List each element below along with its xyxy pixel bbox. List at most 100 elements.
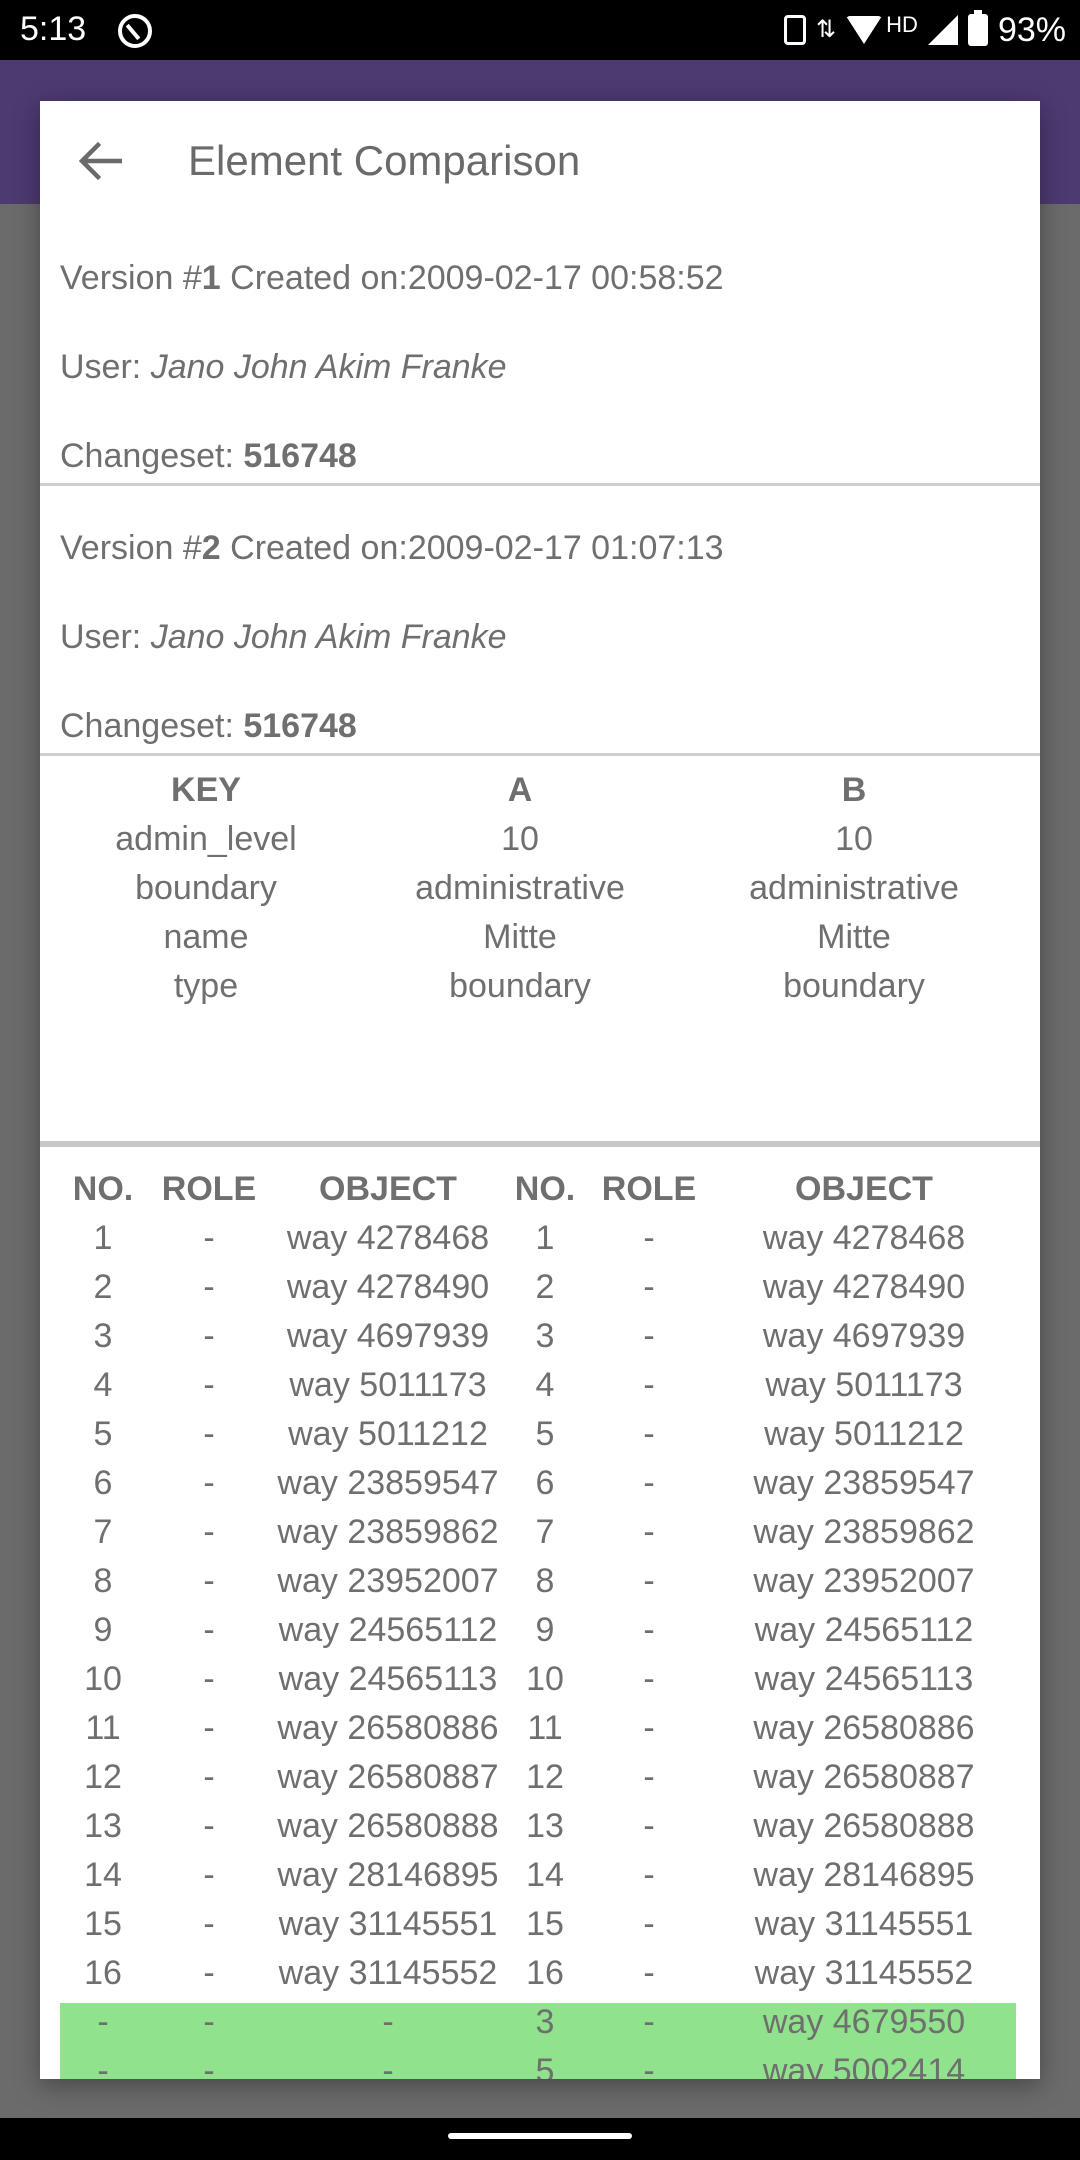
member-role-b: - [643, 2003, 655, 2041]
created-label: Created on: [220, 529, 408, 567]
table-row: 13 - way 26580888 13 - way 26580888 [60, 1807, 1016, 1856]
member-number-a: - [97, 2003, 109, 2041]
column-header: OBJECT [795, 1170, 933, 1208]
table-row: 1 - way 4278468 1 - way 4278468 [60, 1219, 1016, 1268]
table-row: 8 - way 23952007 8 - way 23952007 [60, 1562, 1016, 1611]
member-number-b: 8 [535, 1562, 555, 1600]
user-name: Jano John Akim Franke [150, 618, 507, 656]
version-2-user: User: Jano John Akim Franke [60, 618, 507, 657]
member-role-a: - [203, 1366, 215, 1404]
member-number-b: 3 [535, 2003, 555, 2041]
app-notification-icon [118, 14, 152, 48]
member-object-a: way 26580888 [277, 1807, 499, 1845]
battery-percent: 93% [997, 10, 1066, 49]
table-row: admin_level 10 10 [40, 820, 1040, 869]
status-icons: ⇅ HD 93% [784, 10, 1066, 50]
member-role-b: - [643, 1415, 655, 1453]
network-type: HD [886, 12, 918, 37]
table-row: 4 - way 5011173 4 - way 5011173 [60, 1366, 1016, 1415]
member-object-a: way 23859547 [277, 1464, 499, 1502]
member-object-b: way 26580888 [753, 1807, 975, 1845]
version-2-created: Version #2 Created on:2009-02-17 01:07:1… [60, 529, 724, 568]
member-role-a: - [203, 1709, 215, 1747]
table-row: 2 - way 4278490 2 - way 4278490 [60, 1268, 1016, 1317]
member-role-a: - [203, 1415, 215, 1453]
member-object-b: way 5011173 [765, 1366, 963, 1404]
tag-value-b: 10 [835, 820, 873, 858]
member-object-a: way 24565113 [278, 1660, 498, 1698]
member-role-b: - [643, 1317, 655, 1355]
member-role-a: - [203, 1856, 215, 1894]
tag-key: name [163, 918, 249, 956]
member-role-b: - [643, 1905, 655, 1943]
member-object-a: way 31145551 [278, 1905, 498, 1943]
version-1-user: User: Jano John Akim Franke [60, 348, 507, 387]
member-object-a: way 5011212 [288, 1415, 488, 1453]
member-object-b: way 5011212 [764, 1415, 964, 1453]
member-role-a: - [203, 1268, 215, 1306]
member-number-b: 3 [535, 1317, 555, 1355]
member-role-a: - [203, 1660, 215, 1698]
member-role-b: - [643, 1758, 655, 1796]
member-object-b: way 24565112 [754, 1611, 974, 1649]
member-role-a: - [203, 1954, 215, 1992]
member-role-b: - [643, 1660, 655, 1698]
changeset-label: Changeset: [60, 437, 244, 475]
created-label: Created on: [220, 259, 408, 297]
member-number-b: 2 [535, 1268, 555, 1306]
version-label: Version # [60, 529, 202, 567]
back-button[interactable] [70, 131, 130, 191]
tag-key: admin_level [115, 820, 297, 858]
member-number-b: 11 [527, 1709, 563, 1747]
status-bar: 5:13 ⇅ HD 93% [0, 0, 1080, 60]
version-1-info: Version #1 Created on:2009-02-17 00:58:5… [40, 219, 1040, 489]
member-role-b: - [643, 1464, 655, 1502]
member-number-a: 3 [93, 1317, 113, 1355]
tag-key: type [173, 967, 239, 1005]
added-member-row: - - - 5 - way 5002414 [60, 2052, 1016, 2079]
member-number-a: 15 [84, 1905, 122, 1943]
divider [40, 753, 1040, 756]
user-label: User: [60, 618, 151, 656]
member-object-b: way 26580886 [753, 1709, 975, 1747]
signal-icon [927, 15, 958, 45]
member-object-b: way 23859547 [753, 1464, 975, 1502]
table-row: 11 - way 26580886 11 - way 26580886 [60, 1709, 1016, 1758]
status-time: 5:13 [20, 10, 87, 48]
members-table[interactable]: NO. ROLE OBJECT NO. ROLE OBJECT 1- way 4278468 1… [40, 1170, 1040, 2079]
table-row: 9 - way 24565112 9 - way 24565112 [60, 1611, 1016, 1660]
member-number-b: 14 [526, 1856, 564, 1894]
member-object-a: way 31145552 [278, 1954, 498, 1992]
column-header: B [841, 771, 867, 809]
table-row: 15 - way 31145551 15 - way 31145551 [60, 1905, 1016, 1954]
member-role-a: - [203, 1562, 215, 1600]
member-object-b: way 26580887 [753, 1758, 975, 1796]
home-gesture-handle[interactable] [448, 2133, 632, 2139]
member-role-b: - [643, 1856, 655, 1894]
tags-table: KEY A B admin_level 10 10 boundary admin… [40, 771, 1040, 1016]
member-role-b: - [643, 1611, 655, 1649]
tag-value-a: Mitte [483, 918, 557, 956]
member-number-a: 10 [84, 1660, 122, 1698]
member-number-a: 2 [93, 1268, 113, 1306]
member-number-b: 13 [526, 1807, 564, 1845]
member-number-b: 5 [535, 1415, 555, 1453]
members-header-row: NO. ROLE OBJECT NO. ROLE OBJECT [60, 1170, 1016, 1219]
member-number-a: 11 [85, 1709, 121, 1747]
back-arrow-icon [78, 141, 122, 181]
member-number-a: 7 [93, 1513, 113, 1551]
member-object-a: way 23952007 [277, 1562, 499, 1600]
member-number-b: 10 [526, 1660, 564, 1698]
member-role-b: - [643, 1709, 655, 1747]
tag-key: boundary [135, 869, 277, 907]
column-header: ROLE [601, 1170, 697, 1208]
divider [40, 483, 1040, 486]
changeset-label: Changeset: [60, 707, 244, 745]
divider [40, 1141, 1040, 1147]
changeset-id: 516748 [243, 707, 357, 745]
member-number-b: 6 [535, 1464, 555, 1502]
changeset-id: 516748 [243, 437, 357, 475]
member-role-b: - [643, 1366, 655, 1404]
member-role-b: - [643, 1807, 655, 1845]
member-number-b: 4 [535, 1366, 555, 1404]
